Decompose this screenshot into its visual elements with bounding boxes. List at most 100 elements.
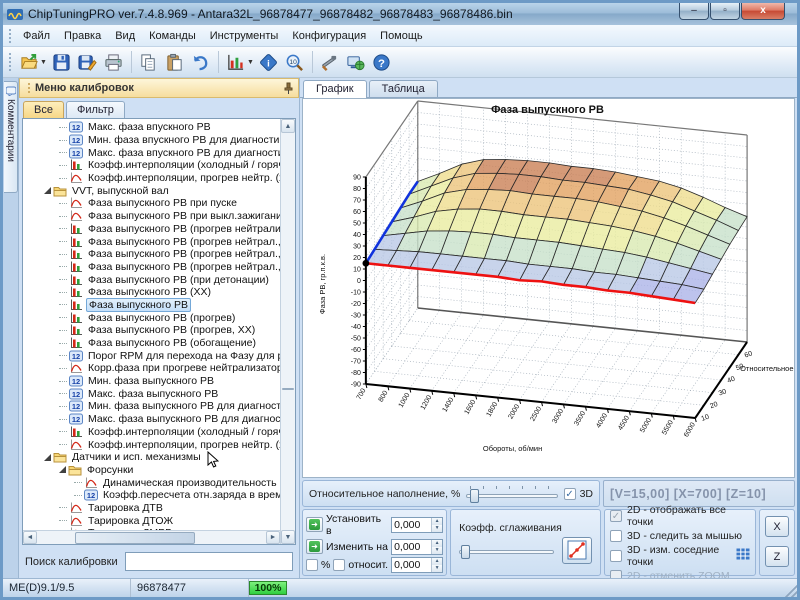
tree-item[interactable]: Коэфф.интерполяции (холодный / горячий ) bbox=[23, 159, 280, 172]
menu-item-3[interactable]: Команды bbox=[142, 27, 203, 45]
scroll-up-arrow[interactable]: ▲ bbox=[281, 119, 295, 133]
toolbar-maps-icon[interactable] bbox=[224, 50, 248, 74]
slider-track[interactable] bbox=[459, 550, 554, 554]
cb-percent[interactable] bbox=[306, 559, 318, 571]
vscroll-thumb[interactable] bbox=[282, 388, 294, 390]
cb-3d[interactable] bbox=[564, 488, 576, 500]
spinner-arrows[interactable]: ▲▼ bbox=[431, 558, 442, 572]
tree-item[interactable]: Фаза выпускного РВ (прогрев) bbox=[23, 311, 280, 324]
tree-item[interactable]: Фаза выпускного РВ bbox=[23, 299, 280, 312]
tree-item[interactable]: Тарировка ДТОЖ bbox=[23, 514, 280, 527]
tree-item[interactable]: Фаза выпускного РВ (при детонации) bbox=[23, 273, 280, 286]
tree-item[interactable]: 12Порог RPM для перехода на Фазу для реж… bbox=[23, 349, 280, 362]
resize-grip[interactable] bbox=[785, 585, 797, 597]
toolbar-copy-icon[interactable] bbox=[137, 50, 161, 74]
toolbar-help-icon[interactable]: ? bbox=[370, 50, 394, 74]
slider-track[interactable] bbox=[466, 494, 557, 498]
slider-thumb[interactable] bbox=[470, 489, 479, 503]
tree-item[interactable]: Корр.фаза при прогреве нейтрализатора bbox=[23, 362, 280, 375]
tree-item[interactable]: Тарировка ДТВ bbox=[23, 502, 280, 515]
toolbar-network-icon[interactable] bbox=[344, 50, 368, 74]
spinner-arrows[interactable]: ▲▼ bbox=[431, 518, 442, 532]
pin-icon[interactable] bbox=[283, 82, 294, 94]
surface-chart[interactable]: -90-80-70-60-50-40-30-20-100102030405060… bbox=[302, 98, 795, 478]
change-value-spinner[interactable]: 0,000 ▲▼ bbox=[391, 539, 443, 555]
menu-item-5[interactable]: Конфигурация bbox=[285, 27, 373, 45]
tree-item[interactable]: Фаза выпускного РВ (прогрев нейтрал., ХХ… bbox=[23, 248, 280, 261]
close-button[interactable]: x bbox=[741, 3, 785, 20]
mode-checkbox-0 bbox=[610, 510, 622, 522]
tree-item[interactable]: Фаза выпускного РВ (прогрев нейтрализато… bbox=[23, 223, 280, 236]
expand-arrow-icon[interactable] bbox=[44, 454, 51, 461]
tree-item[interactable]: Коэфф.интерполяции (холодный / горячий ) bbox=[23, 426, 280, 439]
dropdown-arrow-icon[interactable]: ▼ bbox=[40, 59, 47, 66]
tree-folder[interactable]: Датчики и исп. механизмы bbox=[23, 451, 280, 464]
toolbar-zoom-10-icon[interactable]: 10 bbox=[283, 50, 307, 74]
scroll-left-arrow[interactable]: ◄ bbox=[23, 531, 37, 544]
apply-change-button[interactable]: ➜ bbox=[306, 539, 323, 554]
toolbar-open-icon[interactable] bbox=[17, 50, 41, 74]
tree-item[interactable]: Фаза выпускного РВ при выкл.зажигания bbox=[23, 210, 280, 223]
tree-folder[interactable]: VVT, выпускной вал bbox=[23, 184, 280, 197]
menu-item-4[interactable]: Инструменты bbox=[203, 27, 286, 45]
tree-item[interactable]: 12Мин. фаза впускного РВ для диагностики bbox=[23, 134, 280, 147]
tree-item[interactable]: 12Коэфф.пересчета отн.заряда в время впр… bbox=[23, 489, 280, 502]
tree-item[interactable]: 12Макс. фаза выпускного РВ bbox=[23, 387, 280, 400]
scroll-right-arrow[interactable]: ► bbox=[266, 531, 280, 544]
toolbar-undo-icon[interactable] bbox=[189, 50, 213, 74]
minimize-button[interactable]: – bbox=[679, 3, 709, 20]
load-slider[interactable] bbox=[466, 486, 557, 502]
apply-set-button[interactable]: ➜ bbox=[306, 517, 323, 532]
mode-checkbox-1[interactable] bbox=[610, 530, 622, 542]
tree-item[interactable]: Фаза выпускного РВ (прогрев, ХХ) bbox=[23, 324, 280, 337]
toolbar-print-icon[interactable] bbox=[102, 50, 126, 74]
tree-folder[interactable]: Форсунки bbox=[23, 464, 280, 477]
cb-relative[interactable] bbox=[333, 559, 345, 571]
menu-item-2[interactable]: Вид bbox=[108, 27, 142, 45]
scroll-down-arrow[interactable]: ▼ bbox=[281, 530, 295, 544]
tree-item[interactable]: 12Макс. фаза выпускного РВ для диагности… bbox=[23, 413, 280, 426]
search-input[interactable] bbox=[125, 552, 293, 571]
chart-tab-0[interactable]: График bbox=[303, 80, 367, 98]
slider-thumb[interactable] bbox=[461, 545, 470, 559]
menu-item-1[interactable]: Правка bbox=[57, 27, 108, 45]
tree-item[interactable]: Фаза выпускного РВ при пуске bbox=[23, 197, 280, 210]
comments-collapsed-tab[interactable]: Комментарии bbox=[4, 81, 18, 193]
toolbar-save-icon[interactable] bbox=[50, 50, 74, 74]
tree-item[interactable]: Фаза выпускного РВ (прогрев нейтрал., хо… bbox=[23, 235, 280, 248]
tree-horizontal-scrollbar[interactable]: ◄ ► bbox=[23, 530, 280, 544]
menu-item-0[interactable]: Файл bbox=[16, 27, 57, 45]
calib-tab-1[interactable]: Фильтр bbox=[66, 101, 125, 118]
spinner-arrows[interactable]: ▲▼ bbox=[431, 540, 442, 554]
tree-item[interactable]: Фаза выпускного РВ (прогрев нейтрал., ХХ… bbox=[23, 261, 280, 274]
set-value-spinner[interactable]: 0,000 ▲▼ bbox=[391, 517, 443, 533]
maximize-button[interactable]: ▫ bbox=[710, 3, 740, 20]
toolbar-tools-icon[interactable] bbox=[318, 50, 342, 74]
tree-item[interactable]: 12Мин. фаза выпускного РВ bbox=[23, 375, 280, 388]
tree-item[interactable]: 12Макс. фаза впускного РВ для диагностик… bbox=[23, 146, 280, 159]
z-axis-button[interactable]: Z bbox=[765, 546, 789, 567]
menu-item-6[interactable]: Помощь bbox=[373, 27, 430, 45]
tree-item[interactable]: Фаза выпускного РВ (ХХ) bbox=[23, 286, 280, 299]
relative-value-spinner[interactable]: 0,000 ▲▼ bbox=[391, 557, 443, 573]
tree-vertical-scrollbar[interactable]: ▲ ▼ bbox=[280, 119, 295, 544]
toolbar-save-as-icon[interactable] bbox=[76, 50, 100, 74]
mode-checkbox-2[interactable] bbox=[610, 550, 622, 562]
hscroll-thumb[interactable] bbox=[75, 532, 195, 544]
tree-item[interactable]: 12Мин. фаза выпускного РВ для диагностик… bbox=[23, 400, 280, 413]
smoothing-slider[interactable] bbox=[459, 542, 554, 558]
tree-item[interactable]: Коэфф.интерполяции, прогрев нейтр. (холо… bbox=[23, 172, 280, 185]
dropdown-arrow-icon[interactable]: ▼ bbox=[247, 59, 254, 66]
toolbar-paste-icon[interactable] bbox=[163, 50, 187, 74]
calib-tab-0[interactable]: Все bbox=[23, 101, 64, 118]
tree-item[interactable]: Динамическая производительность bbox=[23, 476, 280, 489]
toolbar-info-icon[interactable]: i bbox=[257, 50, 281, 74]
expand-arrow-icon[interactable] bbox=[59, 466, 66, 473]
x-axis-button[interactable]: X bbox=[765, 516, 789, 537]
tree-item[interactable]: 12Макс. фаза впускного РВ bbox=[23, 121, 280, 134]
tree-item[interactable]: Коэфф.интерполяции, прогрев нейтр. (холо… bbox=[23, 438, 280, 451]
chart-tab-1[interactable]: Таблица bbox=[369, 80, 438, 97]
expand-arrow-icon[interactable] bbox=[44, 187, 51, 194]
curve-edit-button[interactable] bbox=[562, 537, 592, 564]
tree-item[interactable]: Фаза выпускного РВ (обогащение) bbox=[23, 337, 280, 350]
